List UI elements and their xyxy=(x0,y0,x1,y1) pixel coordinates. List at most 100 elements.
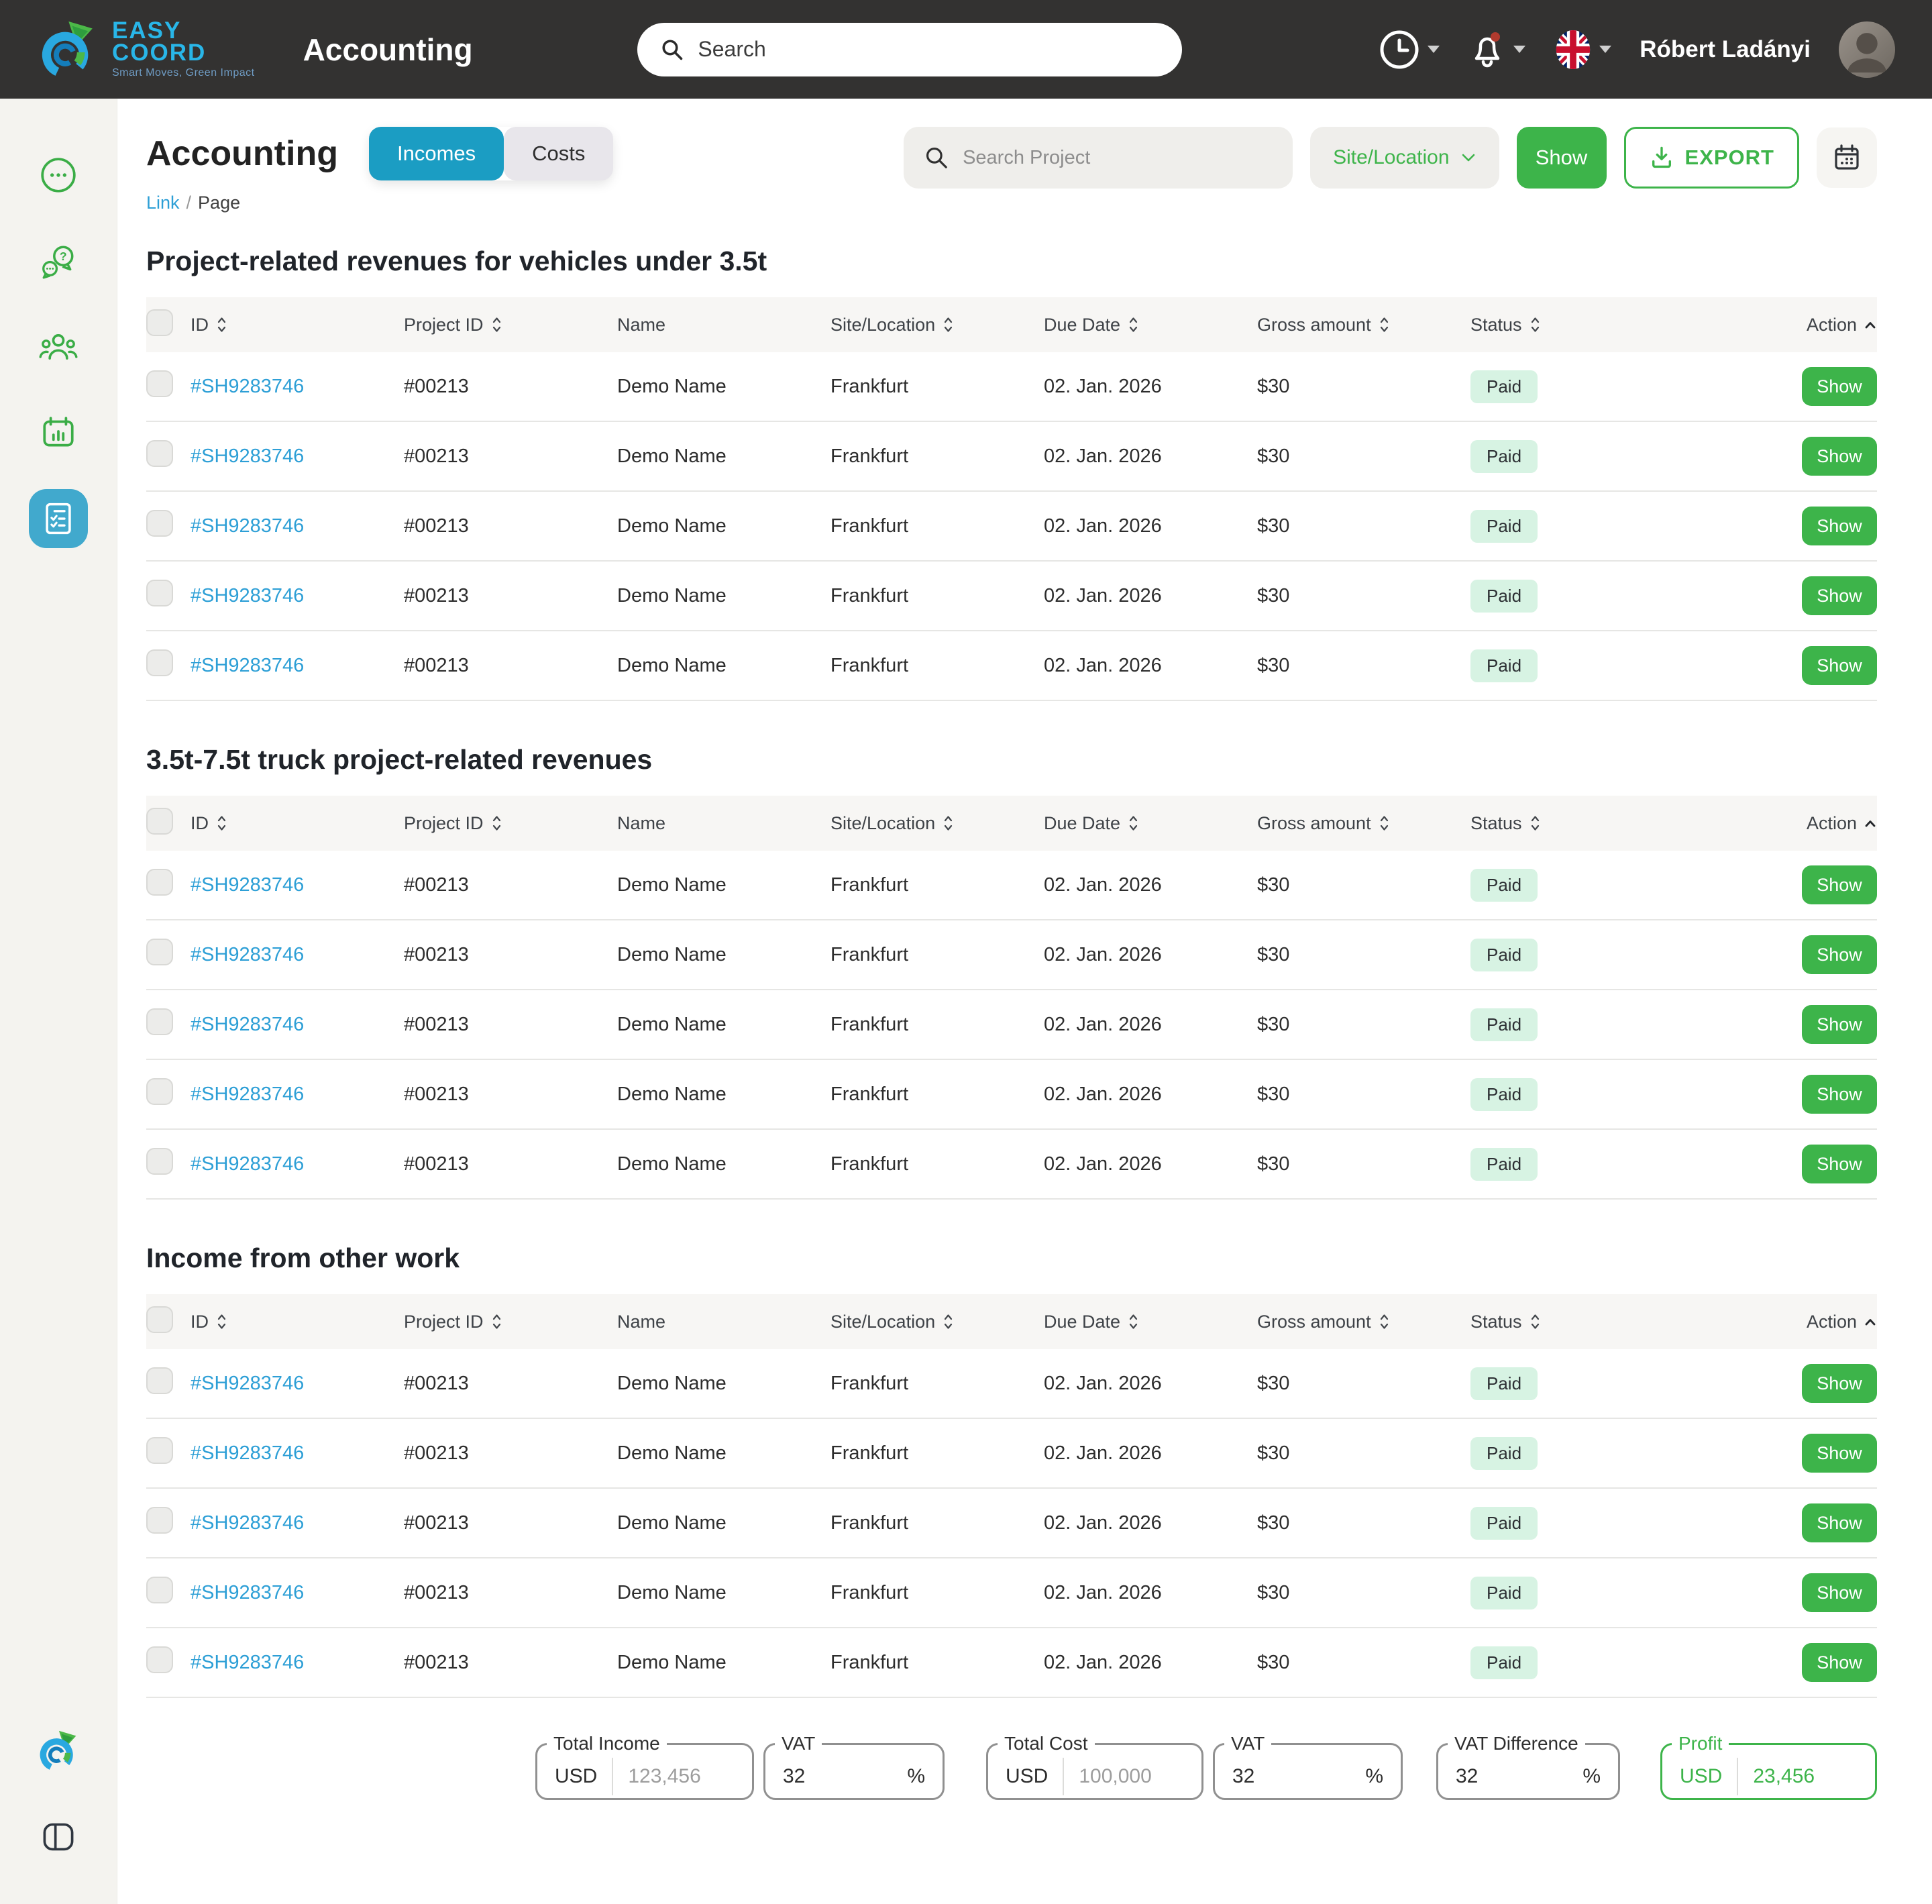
row-id-link[interactable]: #SH9283746 xyxy=(191,1373,304,1394)
row-due-date-cell: 02. Jan. 2026 xyxy=(1044,1083,1257,1106)
row-id-link[interactable]: #SH9283746 xyxy=(191,1442,304,1464)
column-header-gross_amount[interactable]: Gross amount xyxy=(1257,1312,1470,1332)
row-checkbox[interactable] xyxy=(146,1148,173,1175)
row-show-button[interactable]: Show xyxy=(1802,1364,1877,1403)
row-due-date: 02. Jan. 2026 xyxy=(1044,445,1162,467)
column-header-status[interactable]: Status xyxy=(1470,813,1672,834)
select-all-checkbox[interactable] xyxy=(146,808,173,835)
row-id-link[interactable]: #SH9283746 xyxy=(191,515,304,537)
column-header-due_date[interactable]: Due Date xyxy=(1044,1312,1257,1332)
sidebar-logo[interactable] xyxy=(29,1722,88,1781)
row-id-link[interactable]: #SH9283746 xyxy=(191,1083,304,1105)
row-checkbox[interactable] xyxy=(146,580,173,606)
column-header-due_date[interactable]: Due Date xyxy=(1044,315,1257,335)
column-header-site_location[interactable]: Site/Location xyxy=(830,813,1044,834)
column-header-status[interactable]: Status xyxy=(1470,1312,1672,1332)
row-checkbox[interactable] xyxy=(146,510,173,537)
row-checkbox[interactable] xyxy=(146,1078,173,1105)
select-all-checkbox[interactable] xyxy=(146,309,173,336)
row-show-button[interactable]: Show xyxy=(1802,1005,1877,1044)
breadcrumb-link[interactable]: Link xyxy=(146,193,180,213)
row-checkbox[interactable] xyxy=(146,869,173,896)
sidebar-item-team[interactable] xyxy=(29,317,88,376)
row-checkbox[interactable] xyxy=(146,1507,173,1534)
percent-value[interactable]: 32 xyxy=(1456,1765,1478,1788)
row-checkbox[interactable] xyxy=(146,1367,173,1394)
notifications-menu[interactable] xyxy=(1468,26,1525,72)
sidebar-item-support[interactable]: ? xyxy=(29,231,88,290)
site-location-dropdown[interactable]: Site/Location xyxy=(1310,127,1499,189)
column-header-id[interactable]: ID xyxy=(191,315,404,335)
row-show-button[interactable]: Show xyxy=(1802,1643,1877,1682)
row-checkbox[interactable] xyxy=(146,939,173,965)
row-checkbox[interactable] xyxy=(146,1008,173,1035)
row-id-link[interactable]: #SH9283746 xyxy=(191,1582,304,1603)
column-header-project_id[interactable]: Project ID xyxy=(404,1312,617,1332)
row-id-link[interactable]: #SH9283746 xyxy=(191,655,304,676)
row-checkbox[interactable] xyxy=(146,1437,173,1464)
row-show-button[interactable]: Show xyxy=(1802,576,1877,615)
select-all-checkbox[interactable] xyxy=(146,1306,173,1333)
row-checkbox[interactable] xyxy=(146,1577,173,1603)
percent-value[interactable]: 32 xyxy=(1232,1765,1254,1788)
amount-value[interactable]: 23,456 xyxy=(1753,1765,1815,1788)
row-checkbox[interactable] xyxy=(146,440,173,467)
row-show-button[interactable]: Show xyxy=(1802,1573,1877,1612)
column-header-id[interactable]: ID xyxy=(191,1312,404,1332)
row-show-button[interactable]: Show xyxy=(1802,1434,1877,1473)
row-show-button[interactable]: Show xyxy=(1802,1145,1877,1183)
row-id-link[interactable]: #SH9283746 xyxy=(191,1652,304,1673)
global-search-input[interactable] xyxy=(698,37,1159,62)
project-search-input[interactable] xyxy=(963,147,1273,169)
row-id-link[interactable]: #SH9283746 xyxy=(191,585,304,606)
row-id-link[interactable]: #SH9283746 xyxy=(191,1014,304,1035)
column-header-action[interactable]: Action xyxy=(1807,813,1877,834)
sidebar-collapse-toggle[interactable] xyxy=(29,1807,88,1866)
export-button[interactable]: EXPORT xyxy=(1624,127,1799,189)
row-checkbox[interactable] xyxy=(146,649,173,676)
clock-menu[interactable] xyxy=(1378,28,1440,71)
column-header-action[interactable]: Action xyxy=(1807,315,1877,335)
column-header-site_location[interactable]: Site/Location xyxy=(830,315,1044,335)
row-checkbox[interactable] xyxy=(146,1646,173,1673)
row-name-cell: Demo Name xyxy=(617,445,830,468)
column-header-gross_amount[interactable]: Gross amount xyxy=(1257,813,1470,834)
tab-costs[interactable]: Costs xyxy=(504,127,613,180)
row-show-button[interactable]: Show xyxy=(1802,437,1877,476)
column-header-site_location[interactable]: Site/Location xyxy=(830,1312,1044,1332)
row-show-button[interactable]: Show xyxy=(1802,1503,1877,1542)
sidebar-item-reports[interactable] xyxy=(29,403,88,462)
sidebar-item-accounting[interactable] xyxy=(29,489,88,548)
amount-value[interactable]: 100,000 xyxy=(1079,1765,1151,1788)
row-id-link[interactable]: #SH9283746 xyxy=(191,1153,304,1175)
row-checkbox[interactable] xyxy=(146,370,173,397)
brand[interactable]: EASY COORD Smart Moves, Green Impact xyxy=(37,19,255,81)
column-header-project_id[interactable]: Project ID xyxy=(404,813,617,834)
column-header-gross_amount[interactable]: Gross amount xyxy=(1257,315,1470,335)
percent-value[interactable]: 32 xyxy=(783,1765,805,1788)
column-header-status[interactable]: Status xyxy=(1470,315,1672,335)
row-id-link[interactable]: #SH9283746 xyxy=(191,1512,304,1534)
row-id-link[interactable]: #SH9283746 xyxy=(191,445,304,467)
language-menu[interactable] xyxy=(1554,29,1611,70)
date-range-button[interactable] xyxy=(1817,127,1877,188)
sidebar-item-more[interactable] xyxy=(29,146,88,205)
row-show-button[interactable]: Show xyxy=(1802,367,1877,406)
row-id-link[interactable]: #SH9283746 xyxy=(191,874,304,896)
row-show-button[interactable]: Show xyxy=(1802,1075,1877,1114)
tab-incomes[interactable]: Incomes xyxy=(369,127,504,180)
row-id-link[interactable]: #SH9283746 xyxy=(191,944,304,965)
row-show-button[interactable]: Show xyxy=(1802,507,1877,545)
row-show-button[interactable]: Show xyxy=(1802,865,1877,904)
row-show-button[interactable]: Show xyxy=(1802,646,1877,685)
column-header-id[interactable]: ID xyxy=(191,813,404,834)
row-id-link[interactable]: #SH9283746 xyxy=(191,376,304,397)
user-name[interactable]: Róbert Ladányi xyxy=(1640,36,1811,63)
column-header-action[interactable]: Action xyxy=(1807,1312,1877,1332)
show-button[interactable]: Show xyxy=(1517,127,1607,189)
row-show-button[interactable]: Show xyxy=(1802,935,1877,974)
column-header-due_date[interactable]: Due Date xyxy=(1044,813,1257,834)
amount-value[interactable]: 123,456 xyxy=(628,1765,700,1788)
avatar[interactable] xyxy=(1839,21,1895,78)
column-header-project_id[interactable]: Project ID xyxy=(404,315,617,335)
